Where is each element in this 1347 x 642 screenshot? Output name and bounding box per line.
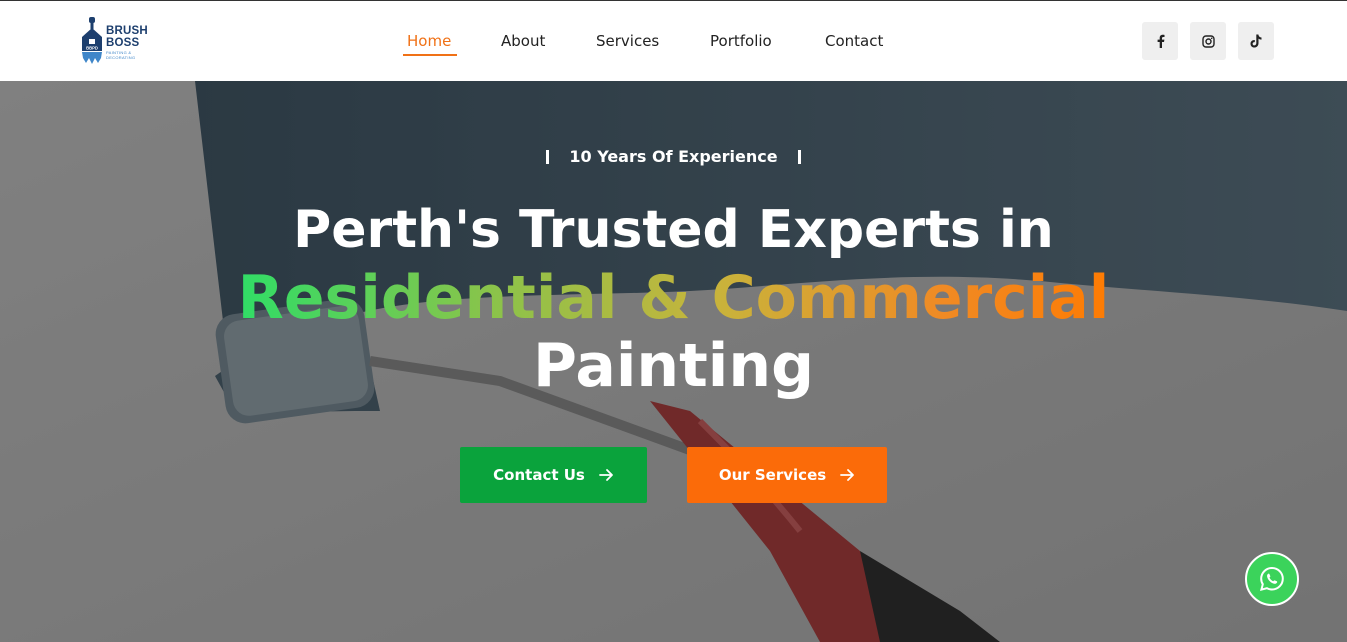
our-services-button[interactable]: Our Services [687,447,887,503]
contact-us-label: Contact Us [493,466,585,484]
headline-line3: Painting [532,331,815,401]
instagram-link[interactable] [1190,22,1226,60]
hero-headline: Perth's Trusted Experts in Residential &… [0,197,1347,399]
nav-services[interactable]: Services [596,32,659,50]
headline-line1: Perth's Trusted Experts in [293,200,1054,260]
facebook-link[interactable] [1142,22,1178,60]
whatsapp-icon [1260,566,1284,591]
our-services-label: Our Services [718,466,827,484]
nav-portfolio[interactable]: Portfolio [710,32,772,50]
experience-kicker: 10 Years Of Experience [0,147,1347,169]
contact-us-button[interactable]: Contact Us [460,447,647,503]
headline-gradient-line: Residential & Commercial [224,263,1124,333]
active-nav-underline [403,54,457,56]
hero-section: 10 Years Of Experience Perth's Trusted E… [0,81,1347,642]
top-border-line [0,0,1347,1]
nav-about[interactable]: About [501,32,545,50]
whatsapp-chat-button[interactable] [1245,552,1299,606]
tiktok-link[interactable] [1238,22,1274,60]
nav-contact[interactable]: Contact [825,32,883,50]
facebook-icon [1157,34,1164,48]
kicker-right-bar [797,149,801,164]
site-header: BBPD BRUSH BOSS PAINTING & DECORATING Ho… [0,1,1347,81]
kicker-left-bar [546,149,550,164]
tiktok-icon [1250,34,1262,48]
instagram-icon [1201,34,1215,48]
nav-home[interactable]: Home [407,32,451,50]
experience-text: 10 Years Of Experience [569,147,778,166]
arrow-right-icon [598,469,613,481]
arrow-right-icon [840,469,855,481]
